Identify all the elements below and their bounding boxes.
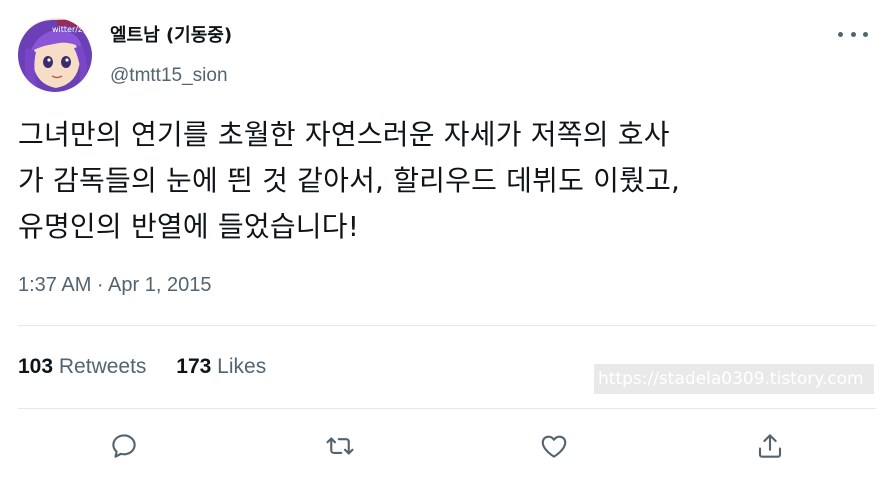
likes-stat[interactable]: 173 Likes xyxy=(176,355,266,379)
display-name[interactable]: 엘트남 (기동중) xyxy=(110,24,232,48)
tweet-actions xyxy=(18,424,878,468)
retweets-label: Retweets xyxy=(58,355,147,378)
more-dot-icon xyxy=(838,31,843,37)
like-icon xyxy=(541,435,567,458)
avatar-image: witter/z xyxy=(18,18,92,92)
tweet-timestamp[interactable]: 1:37 AM · Apr 1, 2015 xyxy=(18,274,211,297)
more-options-button[interactable] xyxy=(838,24,868,44)
retweet-icon xyxy=(326,437,354,455)
more-dot-icon xyxy=(863,31,868,37)
reply-button[interactable] xyxy=(102,424,146,468)
likes-count: 173 xyxy=(176,355,212,378)
tweet-header: witter/z 엘트남 (기동중) @tmtt15_sion xyxy=(18,18,878,92)
likes-label: Likes xyxy=(217,355,267,378)
user-handle[interactable]: @tmtt15_sion xyxy=(110,64,232,88)
retweet-button[interactable] xyxy=(318,424,362,468)
share-button[interactable] xyxy=(748,424,792,468)
tweet-text: 그녀만의 연기를 초월한 자연스러운 자세가 저쪽의 호사 가 감독들의 눈에 … xyxy=(18,112,880,250)
tweet-line: 가 감독들의 눈에 띈 것 같아서, 할리우드 데뷔도 이뤘고, xyxy=(18,164,681,197)
share-icon xyxy=(758,434,782,458)
more-dot-icon xyxy=(850,31,856,37)
tweet-line: 유명인의 반열에 들었습니다! xyxy=(18,210,360,243)
author-names: 엘트남 (기동중) @tmtt15_sion xyxy=(110,24,232,88)
avatar-watermark-text: witter/z xyxy=(52,25,82,34)
divider xyxy=(18,325,876,326)
watermark: https://stadela0309.tistory.com xyxy=(594,364,874,394)
avatar[interactable]: witter/z xyxy=(18,18,92,92)
retweets-count: 103 xyxy=(18,355,54,378)
divider xyxy=(18,408,876,409)
engagement-stats: 103 Retweets 173 Likes xyxy=(18,355,290,379)
tweet-line: 그녀만의 연기를 초월한 자연스러운 자세가 저쪽의 호사 xyxy=(18,118,670,151)
retweets-stat[interactable]: 103 Retweets xyxy=(18,355,146,379)
reply-icon xyxy=(112,434,136,458)
like-button[interactable] xyxy=(532,424,576,468)
